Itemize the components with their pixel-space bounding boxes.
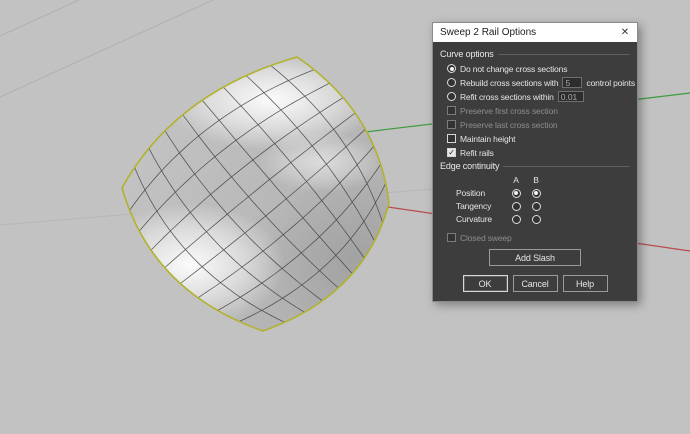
continuity-col-a-header: A bbox=[506, 175, 526, 185]
rebuild-radio[interactable] bbox=[447, 78, 456, 87]
rebuild-label[interactable]: Rebuild cross sections with bbox=[460, 78, 558, 88]
sweep-2-rail-options-dialog: Sweep 2 Rail Options ✕ Curve options Do … bbox=[432, 22, 638, 302]
maintain-height-checkbox[interactable] bbox=[447, 134, 456, 143]
tangency-b-radio[interactable] bbox=[532, 202, 541, 211]
control-points-suffix: control points bbox=[586, 78, 634, 88]
curvature-label: Curvature bbox=[456, 214, 506, 224]
do-not-change-radio[interactable] bbox=[447, 64, 456, 73]
checkbox-row-refit-rails: Refit rails bbox=[447, 147, 630, 158]
preserve-last-label: Preserve last cross section bbox=[460, 120, 558, 130]
curvature-a-radio[interactable] bbox=[512, 215, 521, 224]
radio-row-rebuild: Rebuild cross sections with control poin… bbox=[447, 77, 630, 88]
control-points-input[interactable] bbox=[562, 77, 582, 88]
checkbox-row-preserve-first: Preserve first cross section bbox=[447, 105, 630, 116]
add-slash-button[interactable]: Add Slash bbox=[489, 249, 581, 266]
grid-line-far-1 bbox=[0, 0, 213, 97]
checkbox-row-closed-sweep: Closed sweep bbox=[447, 232, 630, 243]
position-a-radio[interactable] bbox=[512, 189, 521, 198]
dialog-body: Curve options Do not change cross sectio… bbox=[433, 42, 637, 301]
tangency-a-radio[interactable] bbox=[512, 202, 521, 211]
curve-options-label: Curve options bbox=[440, 49, 494, 59]
preserve-first-label: Preserve first cross section bbox=[460, 106, 558, 116]
preserve-first-checkbox bbox=[447, 106, 456, 115]
cancel-button[interactable]: Cancel bbox=[513, 275, 558, 292]
dialog-button-row: OK Cancel Help bbox=[440, 275, 630, 292]
ok-button[interactable]: OK bbox=[463, 275, 508, 292]
edge-continuity-label: Edge continuity bbox=[440, 161, 499, 171]
curvature-b-radio[interactable] bbox=[532, 215, 541, 224]
refit-rails-checkbox[interactable] bbox=[447, 148, 456, 157]
surface-shadow bbox=[257, 173, 447, 343]
checkbox-row-preserve-last: Preserve last cross section bbox=[447, 119, 630, 130]
radio-row-refit: Refit cross sections within bbox=[447, 91, 630, 102]
grid-line-far-2 bbox=[0, 0, 79, 36]
preserve-last-checkbox bbox=[447, 120, 456, 129]
checkbox-row-maintain-height: Maintain height bbox=[447, 133, 630, 144]
refit-rails-label[interactable]: Refit rails bbox=[460, 148, 494, 158]
position-label: Position bbox=[456, 188, 506, 198]
closed-sweep-label: Closed sweep bbox=[460, 233, 512, 243]
refit-label[interactable]: Refit cross sections within bbox=[460, 92, 554, 102]
dialog-title: Sweep 2 Rail Options bbox=[440, 27, 617, 38]
maintain-height-label[interactable]: Maintain height bbox=[460, 134, 515, 144]
edge-continuity-group-header: Edge continuity bbox=[440, 161, 630, 171]
continuity-col-b-header: B bbox=[526, 175, 546, 185]
help-button[interactable]: Help bbox=[563, 275, 608, 292]
refit-tolerance-input[interactable] bbox=[558, 91, 584, 102]
radio-row-do-not-change: Do not change cross sections bbox=[447, 63, 630, 74]
curve-options-group-header: Curve options bbox=[440, 49, 630, 59]
closed-sweep-checkbox bbox=[447, 233, 456, 242]
refit-radio[interactable] bbox=[447, 92, 456, 101]
edge-continuity-grid: A B Position Tangency Curvature bbox=[456, 175, 630, 224]
dialog-titlebar[interactable]: Sweep 2 Rail Options ✕ bbox=[433, 23, 637, 42]
position-b-radio[interactable] bbox=[532, 189, 541, 198]
tangency-label: Tangency bbox=[456, 201, 506, 211]
group-rule bbox=[498, 54, 630, 55]
surface-highlight-lower bbox=[95, 203, 285, 327]
group-rule bbox=[503, 166, 630, 167]
close-icon[interactable]: ✕ bbox=[617, 25, 633, 40]
app-window: Sweep 2 Rail Options ✕ Curve options Do … bbox=[0, 0, 690, 434]
do-not-change-label[interactable]: Do not change cross sections bbox=[460, 64, 567, 74]
